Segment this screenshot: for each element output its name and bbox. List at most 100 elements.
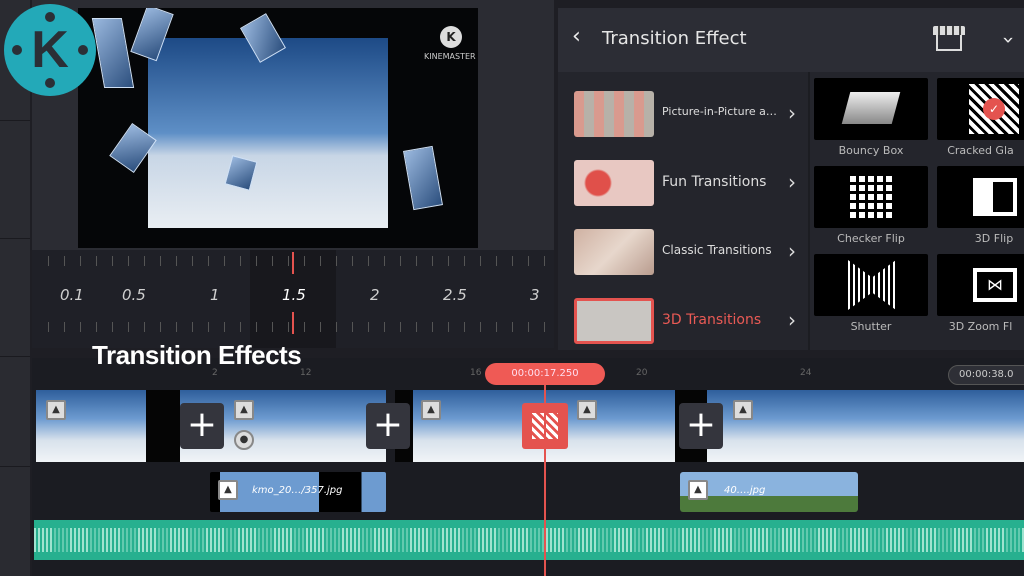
effect-shutter[interactable] bbox=[814, 254, 928, 316]
category-thumbnail bbox=[574, 298, 654, 344]
ruler-tick bbox=[432, 322, 433, 332]
category-classic-transitions[interactable]: Classic Transitions › bbox=[574, 229, 806, 275]
ruler-tick bbox=[304, 256, 305, 266]
ruler-tick bbox=[160, 256, 161, 266]
ruler-tick bbox=[400, 256, 401, 266]
image-icon: ▲ bbox=[733, 400, 753, 420]
ruler-tick bbox=[336, 322, 337, 332]
effect-3d-zoom-flip[interactable]: ⋈ bbox=[937, 254, 1024, 316]
layer-clip[interactable]: ▲ kmo_20…/357.jpg bbox=[210, 472, 386, 512]
ruler-tick bbox=[480, 256, 481, 266]
ruler-tick bbox=[48, 322, 49, 332]
image-icon: ▲ bbox=[421, 400, 441, 420]
ruler-tick bbox=[192, 322, 193, 332]
video-clip[interactable]: ▲ bbox=[36, 390, 146, 462]
store-icon[interactable] bbox=[933, 26, 965, 52]
video-preview[interactable]: K KINEMASTER bbox=[78, 8, 478, 248]
chevron-down-icon[interactable]: › bbox=[997, 36, 1021, 44]
ruler-label: 3 bbox=[530, 286, 540, 304]
audio-track[interactable] bbox=[34, 520, 1024, 560]
image-icon: ▲ bbox=[46, 400, 66, 420]
ruler-tick bbox=[384, 256, 385, 266]
ruler-tick bbox=[368, 256, 369, 266]
ruler-tick bbox=[144, 322, 145, 332]
ruler-tick bbox=[448, 322, 449, 332]
effect-label: Shutter bbox=[850, 320, 892, 333]
ruler-label: 2 bbox=[370, 286, 380, 304]
ruler-tick bbox=[496, 256, 497, 266]
image-icon: ▲ bbox=[234, 400, 254, 420]
box-icon bbox=[841, 92, 901, 124]
playhead[interactable] bbox=[544, 372, 546, 576]
ruler-tick bbox=[272, 322, 273, 332]
effect-checker-flip[interactable] bbox=[814, 166, 928, 228]
category-thumbnail bbox=[574, 229, 654, 275]
category-label: 3D Transitions bbox=[662, 312, 762, 328]
effect-bouncy-box[interactable] bbox=[814, 78, 928, 140]
ruler-tick bbox=[208, 256, 209, 266]
effect-3d-flip[interactable] bbox=[937, 166, 1024, 228]
flip-icon bbox=[973, 178, 1017, 216]
watermark-text: KINEMASTER bbox=[424, 52, 476, 61]
zoom-flip-icon: ⋈ bbox=[973, 268, 1017, 302]
total-duration: 00:00:38.0 bbox=[948, 365, 1024, 385]
chevron-left-icon[interactable]: ‹ bbox=[572, 24, 581, 49]
ruler-tick bbox=[240, 256, 241, 266]
ruler-tick bbox=[128, 322, 129, 332]
add-transition-button[interactable]: + bbox=[366, 403, 410, 449]
ruler-tick bbox=[400, 322, 401, 332]
ruler-tick bbox=[480, 322, 481, 332]
ruler-tick bbox=[512, 322, 513, 332]
preview-scene bbox=[148, 38, 388, 228]
layer-clip-label: kmo_20…/357.jpg bbox=[252, 485, 343, 496]
image-icon: ▲ bbox=[218, 480, 238, 500]
category-3d-transitions[interactable]: 3D Transitions › bbox=[574, 298, 806, 344]
add-transition-button[interactable]: + bbox=[679, 403, 723, 449]
ruler-tick bbox=[320, 322, 321, 332]
effect-label: Checker Flip bbox=[837, 232, 905, 245]
effect-label: Cracked Gla bbox=[947, 144, 1014, 157]
ruler-tick bbox=[464, 322, 465, 332]
ruler-label-selected: 1.5 bbox=[282, 286, 306, 304]
ruler-tick bbox=[448, 256, 449, 266]
layer-clip-label: 40….jpg bbox=[724, 485, 766, 496]
ruler-tick bbox=[416, 322, 417, 332]
category-picture-in-picture[interactable]: Picture-in-Picture a… › bbox=[574, 91, 806, 137]
ruler-tick bbox=[368, 322, 369, 332]
selected-check-icon: ✓ bbox=[983, 98, 1005, 120]
divider bbox=[0, 238, 30, 239]
ruler-tick bbox=[512, 256, 513, 266]
effect-cracked-glass[interactable]: ✓ bbox=[937, 78, 1024, 140]
ruler-tick bbox=[384, 322, 385, 332]
ruler-tick bbox=[256, 322, 257, 332]
video-clip[interactable]: ▲ bbox=[707, 390, 1024, 462]
ruler-tick bbox=[544, 256, 545, 266]
ruler-label: 0.5 bbox=[122, 286, 146, 304]
add-transition-button[interactable]: + bbox=[180, 403, 224, 449]
category-label: Picture-in-Picture a… bbox=[662, 105, 777, 118]
ruler-tick bbox=[96, 256, 97, 266]
ruler-tick bbox=[272, 256, 273, 266]
chevron-right-icon: › bbox=[788, 170, 796, 194]
layer-clip[interactable]: ▲ 40….jpg bbox=[680, 472, 858, 512]
checker-icon bbox=[850, 176, 892, 218]
ruler-tick bbox=[240, 322, 241, 332]
glass-shard bbox=[91, 18, 135, 88]
divider bbox=[0, 466, 30, 467]
caption-overlay: Transition Effects bbox=[92, 340, 302, 370]
duration-marker bbox=[292, 252, 294, 274]
image-icon: ▲ bbox=[688, 480, 708, 500]
kinemaster-logo: K bbox=[4, 4, 96, 96]
ruler-tick bbox=[224, 322, 225, 332]
ruler-tick bbox=[496, 322, 497, 332]
category-fun-transitions[interactable]: Fun Transitions › bbox=[574, 160, 806, 206]
ruler-tick bbox=[288, 256, 289, 266]
ruler-tick bbox=[528, 256, 529, 266]
ruler-tick bbox=[80, 322, 81, 332]
chevron-right-icon: › bbox=[788, 239, 796, 263]
timeline-ruler-label: 20 bbox=[636, 368, 648, 378]
ruler-tick bbox=[464, 256, 465, 266]
ruler-tick bbox=[48, 256, 49, 266]
ruler-tick bbox=[304, 322, 305, 332]
chevron-right-icon: › bbox=[788, 101, 796, 125]
